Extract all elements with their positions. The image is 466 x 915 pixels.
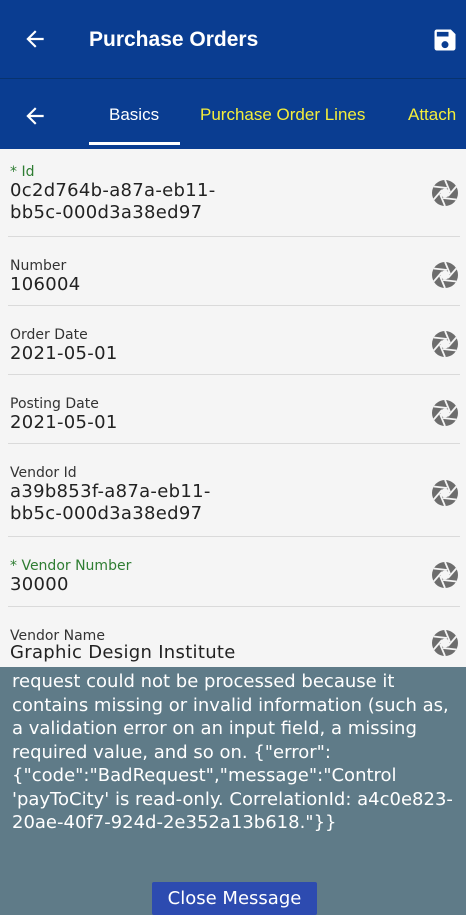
camera-shutter-icon[interactable] [431, 399, 459, 427]
field-row-number[interactable]: Number 106004 [0, 237, 466, 306]
field-label: Posting Date [10, 396, 99, 412]
tab-bar: Basics Purchase Order Lines Attach [0, 78, 466, 149]
field-value: 30000 [10, 574, 69, 595]
app-bar: Purchase Orders [0, 0, 466, 78]
field-label: * Vendor Number [10, 558, 132, 574]
tab-attachments[interactable]: Attach [408, 105, 456, 125]
camera-shutter-icon[interactable] [431, 179, 459, 207]
camera-shutter-icon[interactable] [431, 261, 459, 289]
field-value: 2021-05-01 [10, 343, 118, 364]
error-message-panel: request could not be processed because i… [0, 667, 466, 915]
field-list: * Id 0c2d764b-a87a-eb11- bb5c-000d3a38ed… [0, 149, 466, 667]
save-icon[interactable] [431, 26, 459, 54]
field-row-order-date[interactable]: Order Date 2021-05-01 [0, 306, 466, 375]
active-tab-indicator [89, 142, 180, 145]
close-message-button[interactable]: Close Message [152, 882, 317, 915]
field-label: * Id [10, 164, 35, 180]
tab-basics[interactable]: Basics [109, 105, 159, 125]
field-value: Graphic Design Institute [10, 642, 236, 663]
back-arrow-icon[interactable] [22, 26, 48, 52]
field-row-posting-date[interactable]: Posting Date 2021-05-01 [0, 375, 466, 444]
tab-back-arrow-icon[interactable] [22, 103, 48, 129]
field-label: Order Date [10, 327, 88, 343]
field-row-id[interactable]: * Id 0c2d764b-a87a-eb11- bb5c-000d3a38ed… [0, 149, 466, 237]
field-value: 0c2d764b-a87a-eb11- bb5c-000d3a38ed97 [10, 180, 216, 223]
camera-shutter-icon[interactable] [431, 479, 459, 507]
page-title: Purchase Orders [89, 28, 259, 51]
camera-shutter-icon[interactable] [431, 561, 459, 589]
field-row-vendor-number[interactable]: * Vendor Number 30000 [0, 537, 466, 607]
field-value: 2021-05-01 [10, 412, 118, 433]
error-message-text: request could not be processed because i… [12, 671, 453, 833]
tab-purchase-order-lines[interactable]: Purchase Order Lines [200, 105, 365, 125]
field-row-vendor-name[interactable]: Vendor Name Graphic Design Institute [0, 607, 466, 667]
camera-shutter-icon[interactable] [431, 330, 459, 358]
field-row-vendor-id[interactable]: Vendor Id a39b853f-a87a-eb11- bb5c-000d3… [0, 444, 466, 537]
field-value: 106004 [10, 274, 81, 295]
camera-shutter-icon[interactable] [431, 629, 459, 657]
field-label: Vendor Id [10, 465, 77, 481]
field-label: Number [10, 258, 67, 274]
field-value: a39b853f-a87a-eb11- bb5c-000d3a38ed97 [10, 481, 211, 524]
